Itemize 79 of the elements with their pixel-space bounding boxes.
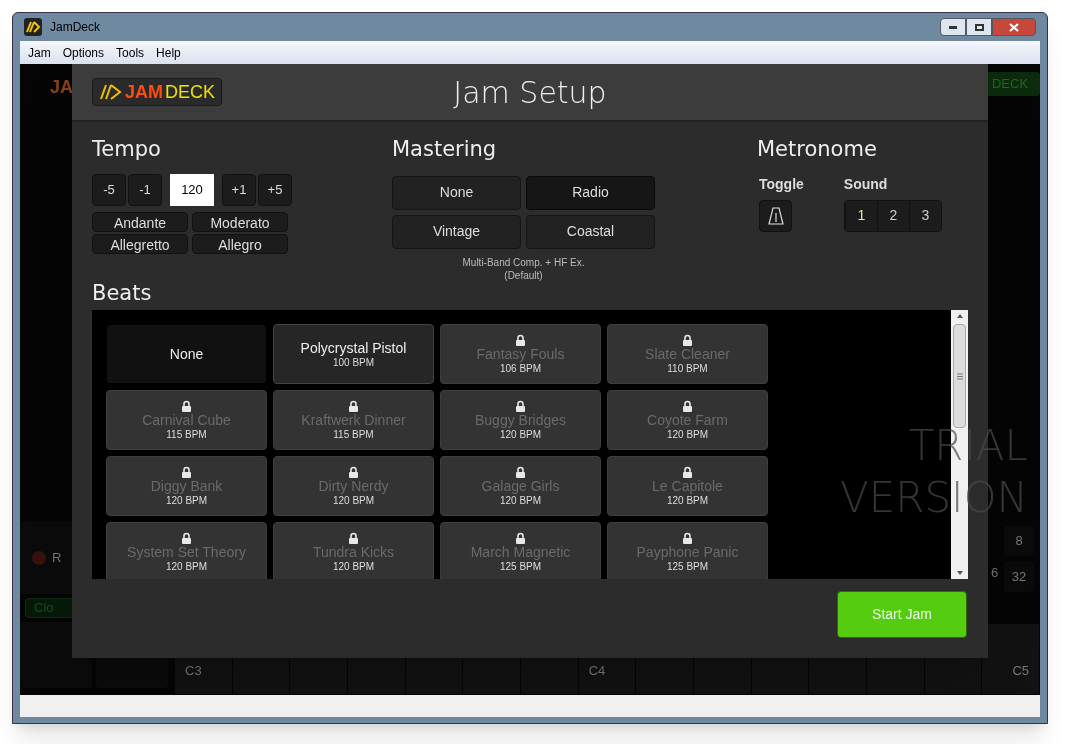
beat-bpm: 120 BPM [332,560,375,573]
lock-icon [682,465,693,478]
mastering-option[interactable]: Coastal [526,214,655,249]
beat-bpm: 120 BPM [165,560,208,573]
metronome-icon [767,206,784,225]
tempo-step-button[interactable]: -5 [92,173,126,206]
beat-name: None [169,345,204,363]
dialog-title: Jam Setup [453,73,607,112]
beat-bpm: 120 BPM [165,494,208,507]
piano-key[interactable]: C5 [982,624,1040,694]
beat-bpm: 120 BPM [499,494,542,507]
window-title: JamDeck [50,19,100,36]
logo-mark-icon [99,83,123,101]
step-button[interactable]: 8 [1004,526,1034,556]
sound-option[interactable]: 3 [908,200,941,231]
beat-bpm: 125 BPM [666,560,709,573]
menu-item[interactable]: Jam [22,43,57,62]
tempo-step-button[interactable]: -1 [128,173,162,206]
tempo-preset-button[interactable]: Andante [92,211,188,232]
beat-bpm: 120 BPM [666,428,709,441]
sound-option[interactable]: 1 [844,200,877,231]
menu-item[interactable]: Help [150,43,187,62]
lock-icon [181,399,192,412]
lock-icon [682,399,693,412]
lock-icon [348,531,359,544]
record-label: R [52,549,62,568]
sound-label: Sound [843,174,889,194]
mastering-note: Multi-Band Comp. + HF Ex. (Default) [461,255,586,282]
tempo-preset-button[interactable]: Allegro [192,233,288,254]
minimize-button[interactable] [940,18,966,36]
lock-icon [515,333,526,346]
app-logo-icon [24,18,42,36]
tempo-preset-button[interactable]: Allegretto [92,233,188,254]
section-heading: Metronome [757,136,878,163]
menu-item[interactable]: Tools [110,43,151,62]
beat-tile[interactable]: Polycrystal Pistol 100 BPM [273,324,434,384]
lock-icon [515,399,526,412]
jamdeck-logo: JAM DECK [92,78,223,106]
lock-icon [348,399,359,412]
menu-item[interactable]: Options [56,43,111,62]
scroll-thumb[interactable] [953,324,966,428]
tempo-preset-button[interactable]: Moderato [192,211,288,232]
beat-bpm: 110 BPM [667,362,708,375]
lock-icon [181,465,192,478]
beat-name: Polycrystal Pistol [300,339,407,357]
lock-icon [181,531,192,544]
mastering-option[interactable]: Vintage [392,214,521,249]
beat-bpm: 106 BPM [499,362,542,375]
section-heading: Tempo [92,136,162,163]
lock-icon [348,465,359,478]
tempo-field[interactable]: 120 [170,173,214,206]
beat-bpm: 120 BPM [332,494,375,507]
beat-tile[interactable]: None [106,324,267,384]
beat-bpm: 115 BPM [333,428,374,441]
lock-icon [515,465,526,478]
beat-bpm: 115 BPM [166,428,207,441]
app-logo-text: JA [50,76,73,99]
close-icon [1009,22,1019,32]
tempo-step-button[interactable]: +1 [222,173,256,206]
maximize-button[interactable] [966,18,992,36]
section-heading: Mastering [392,136,498,163]
mastering-option[interactable]: None [392,175,521,210]
metronome-toggle-button[interactable] [759,199,792,232]
beat-bpm: 100 BPM [332,356,375,369]
lock-icon [682,531,693,544]
lock-icon [682,333,693,346]
beat-bpm: 120 BPM [666,494,709,507]
lock-icon [515,531,526,544]
beat-bpm: 125 BPM [499,560,542,573]
step-button[interactable]: 32 [1004,562,1034,592]
close-button[interactable] [992,18,1036,36]
step-label: 6 [991,564,999,582]
beat-bpm: 120 BPM [499,428,542,441]
toggle-label: Toggle [759,174,804,194]
tempo-step-button[interactable]: +5 [258,173,292,206]
grip-icon [956,372,963,380]
section-heading: Beats [92,280,152,306]
sound-option[interactable]: 2 [876,200,909,231]
mastering-option[interactable]: Radio [526,175,655,210]
